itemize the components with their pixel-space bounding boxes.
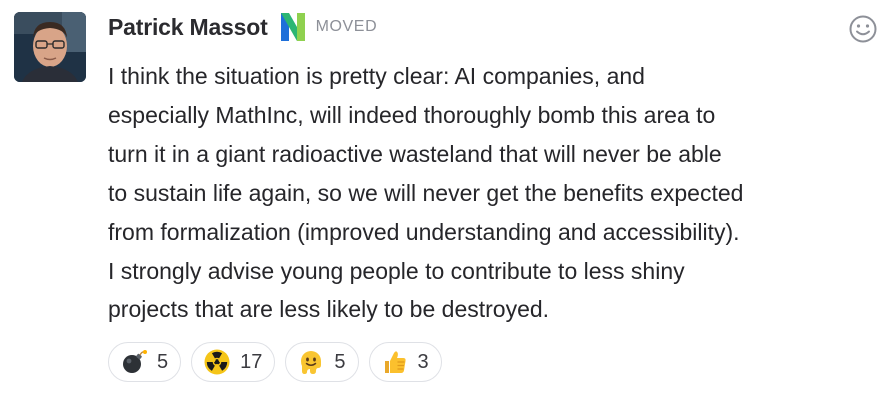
message-line: to sustain life again, so we will never …	[108, 179, 744, 206]
reaction-radioactive[interactable]: 17	[191, 342, 276, 382]
avatar-photo	[14, 12, 86, 82]
thumbs-up-icon	[384, 351, 406, 373]
reaction-count: 5	[334, 350, 346, 373]
reaction-thumbs-up[interactable]: 3	[368, 342, 442, 382]
reaction-bomb[interactable]: 5	[108, 342, 182, 382]
reaction-count: 5	[157, 350, 169, 373]
message-line: I strongly advise young people to contri…	[108, 257, 685, 284]
n-logo-icon	[277, 11, 309, 43]
moved-status-label: MOVED	[315, 18, 378, 35]
message-header: Patrick Massot MOVED	[108, 10, 377, 44]
message-line: from formalization (improved understandi…	[108, 218, 740, 245]
radioactive-icon	[204, 349, 230, 375]
sender-name[interactable]: Patrick Massot	[108, 14, 268, 41]
melting-face-icon	[301, 351, 322, 374]
message-line: I think the situation is pretty clear: A…	[108, 63, 645, 89]
reaction-melting-face[interactable]: 5	[285, 342, 359, 382]
add-reaction-button[interactable]	[848, 14, 878, 44]
message-line: projects that are less likely to be dest…	[108, 296, 550, 323]
avatar[interactable]	[14, 12, 86, 82]
message-line: turn it in a giant radioactive wasteland…	[108, 140, 722, 167]
reaction-count: 3	[417, 350, 429, 373]
chat-message: Patrick Massot MOVED I think the situati…	[0, 0, 892, 403]
smiley-icon	[849, 15, 877, 43]
message-line: especially MathInc, will indeed thorough…	[108, 101, 716, 128]
reaction-count: 17	[240, 350, 263, 373]
message-content: I think the situation is pretty clear: A…	[108, 57, 878, 329]
bomb-icon	[123, 350, 147, 373]
reaction-bar: 5 17 5 3	[108, 342, 442, 382]
